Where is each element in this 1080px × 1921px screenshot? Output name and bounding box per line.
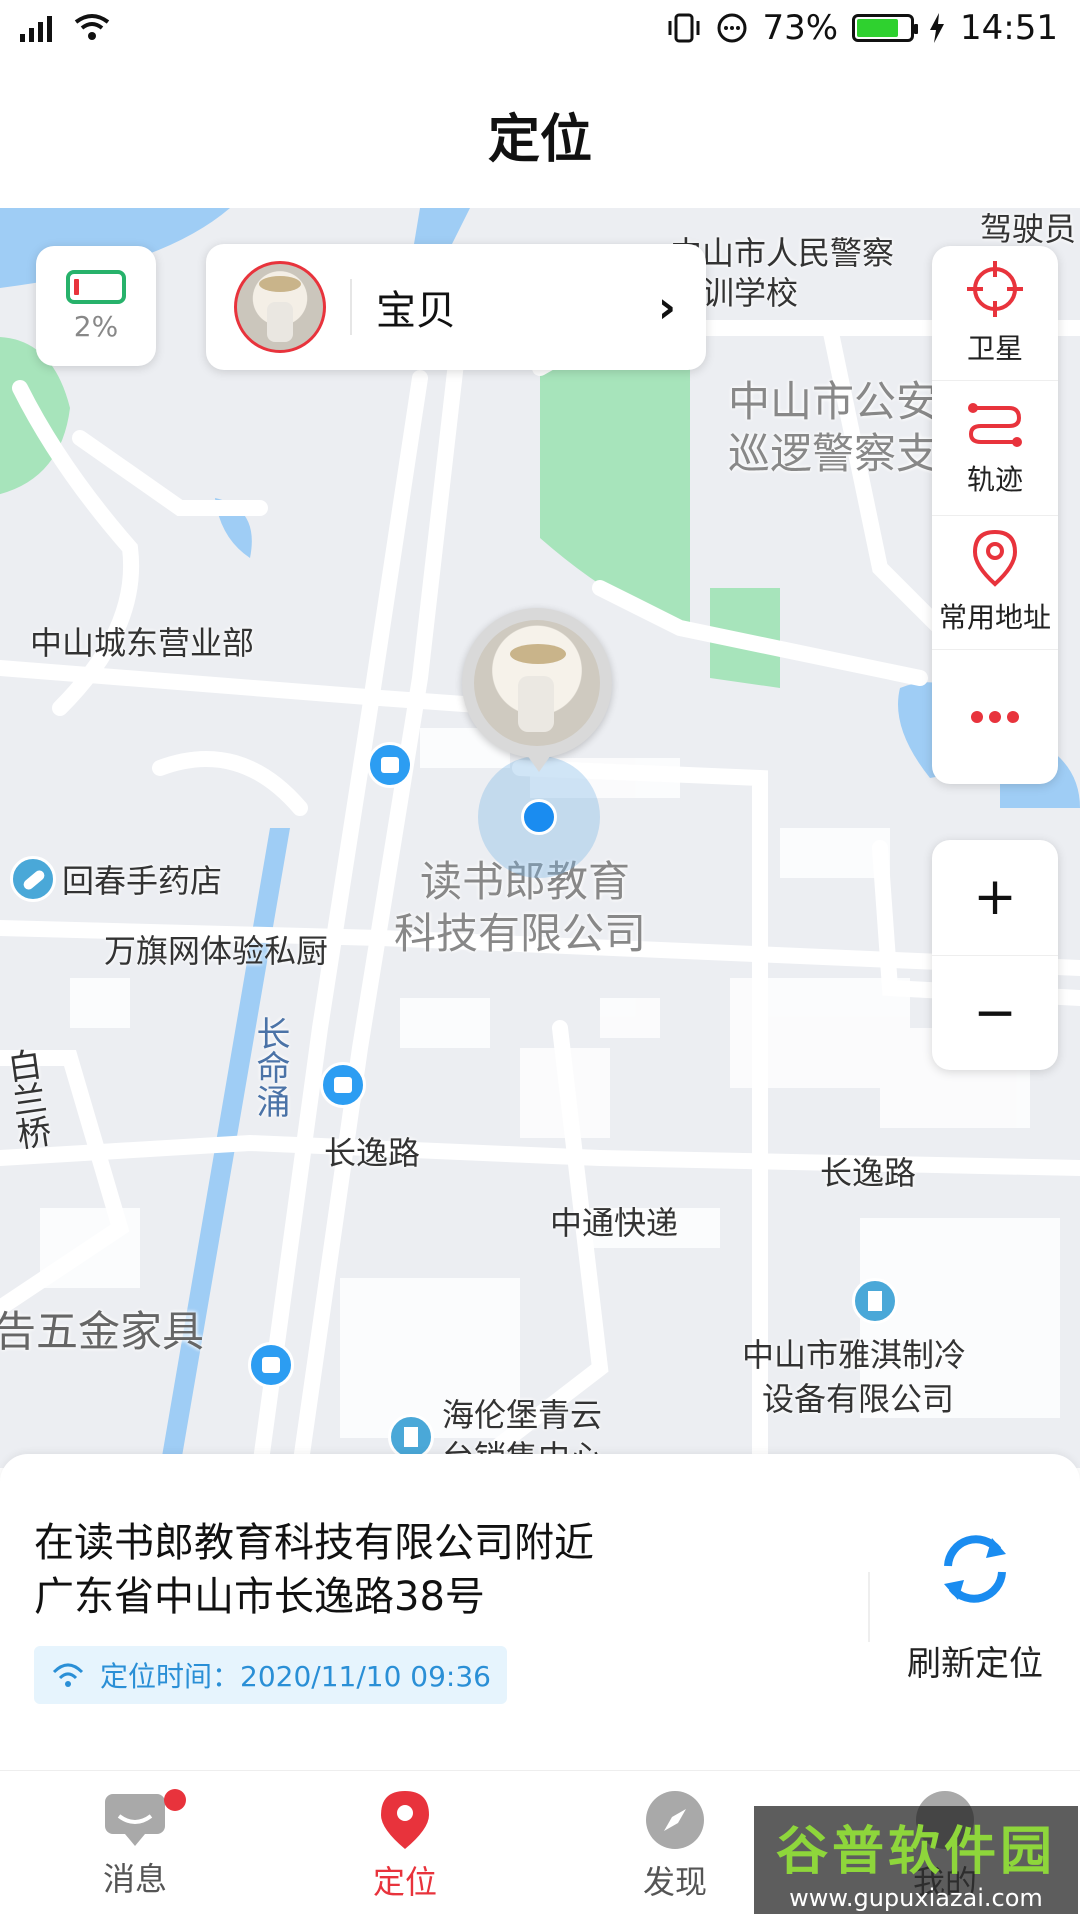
map-label-driver: 驾驶员 bbox=[980, 210, 1077, 248]
page-header: 定位 bbox=[0, 60, 1080, 209]
zoom-controls: + − bbox=[932, 840, 1058, 1070]
more-circle-icon bbox=[717, 13, 747, 43]
zoom-in-button[interactable]: + bbox=[932, 840, 1058, 956]
device-battery-icon bbox=[66, 269, 126, 304]
status-bar-left bbox=[18, 12, 112, 44]
child-avatar-image bbox=[474, 620, 600, 746]
map-label-patrol: 巡逻警察支 bbox=[728, 429, 939, 478]
chevron-right-icon: › bbox=[657, 281, 676, 333]
tab-location-label: 定位 bbox=[372, 1863, 437, 1901]
common-address-button[interactable]: 常用地址 bbox=[932, 516, 1058, 651]
watermark-url: www.gupuxiazai.com bbox=[789, 1883, 1043, 1912]
status-bar-right: 73% 14:51 bbox=[666, 8, 1058, 48]
location-time-text: 定位时间：2020/11/10 09:36 bbox=[100, 1660, 491, 1693]
divider bbox=[350, 279, 352, 335]
map-label-road-a: 长逸路 bbox=[324, 1134, 421, 1172]
bus-stop-icon[interactable] bbox=[367, 742, 413, 788]
location-info-panel: 在读书郎教育科技有限公司附近 广东省中山市长逸路38号 定位时间：2020/11… bbox=[0, 1454, 1080, 1770]
map-label-company-b: 科技有限公司 bbox=[394, 909, 647, 958]
location-time-badge: 定位时间：2020/11/10 09:36 bbox=[34, 1646, 507, 1704]
map-label-refrigeration-b: 设备有限公司 bbox=[762, 1380, 955, 1418]
battery-icon bbox=[852, 14, 919, 42]
status-bar: 73% 14:51 bbox=[0, 0, 1080, 60]
map-label-dongying: 中山城东营业部 bbox=[30, 624, 255, 662]
refrigeration-poi-icon[interactable] bbox=[852, 1278, 898, 1324]
satellite-button[interactable]: 卫星 bbox=[932, 246, 1058, 381]
map-label-restaurant: 万旗网体验私厨 bbox=[104, 932, 329, 970]
device-name: 宝贝 bbox=[376, 288, 456, 334]
battery-percent: 73% bbox=[762, 8, 839, 48]
map-label-river: 长命涌 bbox=[250, 1016, 290, 1118]
map-label-hardware: 告五金家具 bbox=[0, 1307, 205, 1356]
location-pin-icon bbox=[381, 1791, 429, 1849]
pharmacy-poi-icon[interactable] bbox=[10, 856, 56, 902]
signal-icon bbox=[20, 16, 52, 42]
signal-wave-icon bbox=[52, 1663, 84, 1687]
child-avatar-marker[interactable] bbox=[462, 608, 612, 758]
tab-discover-label: 发现 bbox=[642, 1863, 707, 1901]
watermark-brand: 谷普软件园 bbox=[775, 1821, 1056, 1882]
crosshair-icon bbox=[967, 260, 1023, 317]
tab-messages-label: 消息 bbox=[102, 1860, 167, 1898]
refresh-location-button[interactable]: 刷新定位 bbox=[870, 1524, 1080, 1724]
map-label-pharmacy: 回春手药店 bbox=[62, 862, 223, 900]
bus-stop-icon[interactable] bbox=[320, 1062, 366, 1108]
unread-badge bbox=[164, 1789, 186, 1811]
map-label-sales-a: 海伦堡青云 bbox=[442, 1396, 603, 1434]
message-icon bbox=[105, 1794, 165, 1846]
marker-pointer bbox=[525, 752, 553, 772]
zoom-out-button[interactable]: − bbox=[932, 956, 1058, 1071]
map-tools-panel: 卫星 轨迹 常用地址 bbox=[932, 246, 1058, 784]
map-label-express: 中通快递 bbox=[550, 1204, 679, 1242]
map-label-refrigeration-a: 中山市雅淇制冷 bbox=[742, 1336, 967, 1374]
more-button[interactable] bbox=[932, 650, 1058, 784]
device-battery-card: 2% bbox=[36, 246, 156, 366]
location-nearby-text: 在读书郎教育科技有限公司附近 bbox=[34, 1520, 594, 1566]
device-battery-percent: 2% bbox=[73, 309, 119, 343]
page-title: 定位 bbox=[487, 109, 592, 170]
child-avatar bbox=[234, 261, 326, 353]
clock: 14:51 bbox=[960, 8, 1058, 48]
current-location-dot bbox=[478, 756, 600, 878]
location-address-text: 广东省中山市长逸路38号 bbox=[34, 1574, 485, 1620]
location-pin-icon bbox=[972, 530, 1018, 588]
refresh-location-label: 刷新定位 bbox=[907, 1644, 1043, 1684]
route-icon bbox=[968, 402, 1022, 447]
map-label-road-b: 长逸路 bbox=[820, 1154, 917, 1192]
watermark: 谷普软件园 www.gupuxiazai.com bbox=[754, 1806, 1078, 1914]
track-button[interactable]: 轨迹 bbox=[932, 381, 1058, 516]
satellite-label: 卫星 bbox=[966, 331, 1023, 365]
device-selector[interactable]: 宝贝 › bbox=[206, 244, 706, 370]
tab-messages[interactable]: 消息 bbox=[0, 1771, 270, 1921]
more-dots-icon bbox=[971, 711, 1019, 724]
bus-stop-icon[interactable] bbox=[248, 1342, 294, 1388]
track-label: 轨迹 bbox=[966, 462, 1023, 496]
tab-location[interactable]: 定位 bbox=[270, 1771, 540, 1921]
vibrate-icon bbox=[668, 13, 700, 43]
refresh-icon bbox=[944, 1535, 1006, 1603]
common-address-label: 常用地址 bbox=[938, 601, 1051, 635]
compass-icon bbox=[646, 1791, 704, 1849]
wifi-icon bbox=[74, 14, 110, 40]
charging-icon bbox=[930, 13, 945, 43]
